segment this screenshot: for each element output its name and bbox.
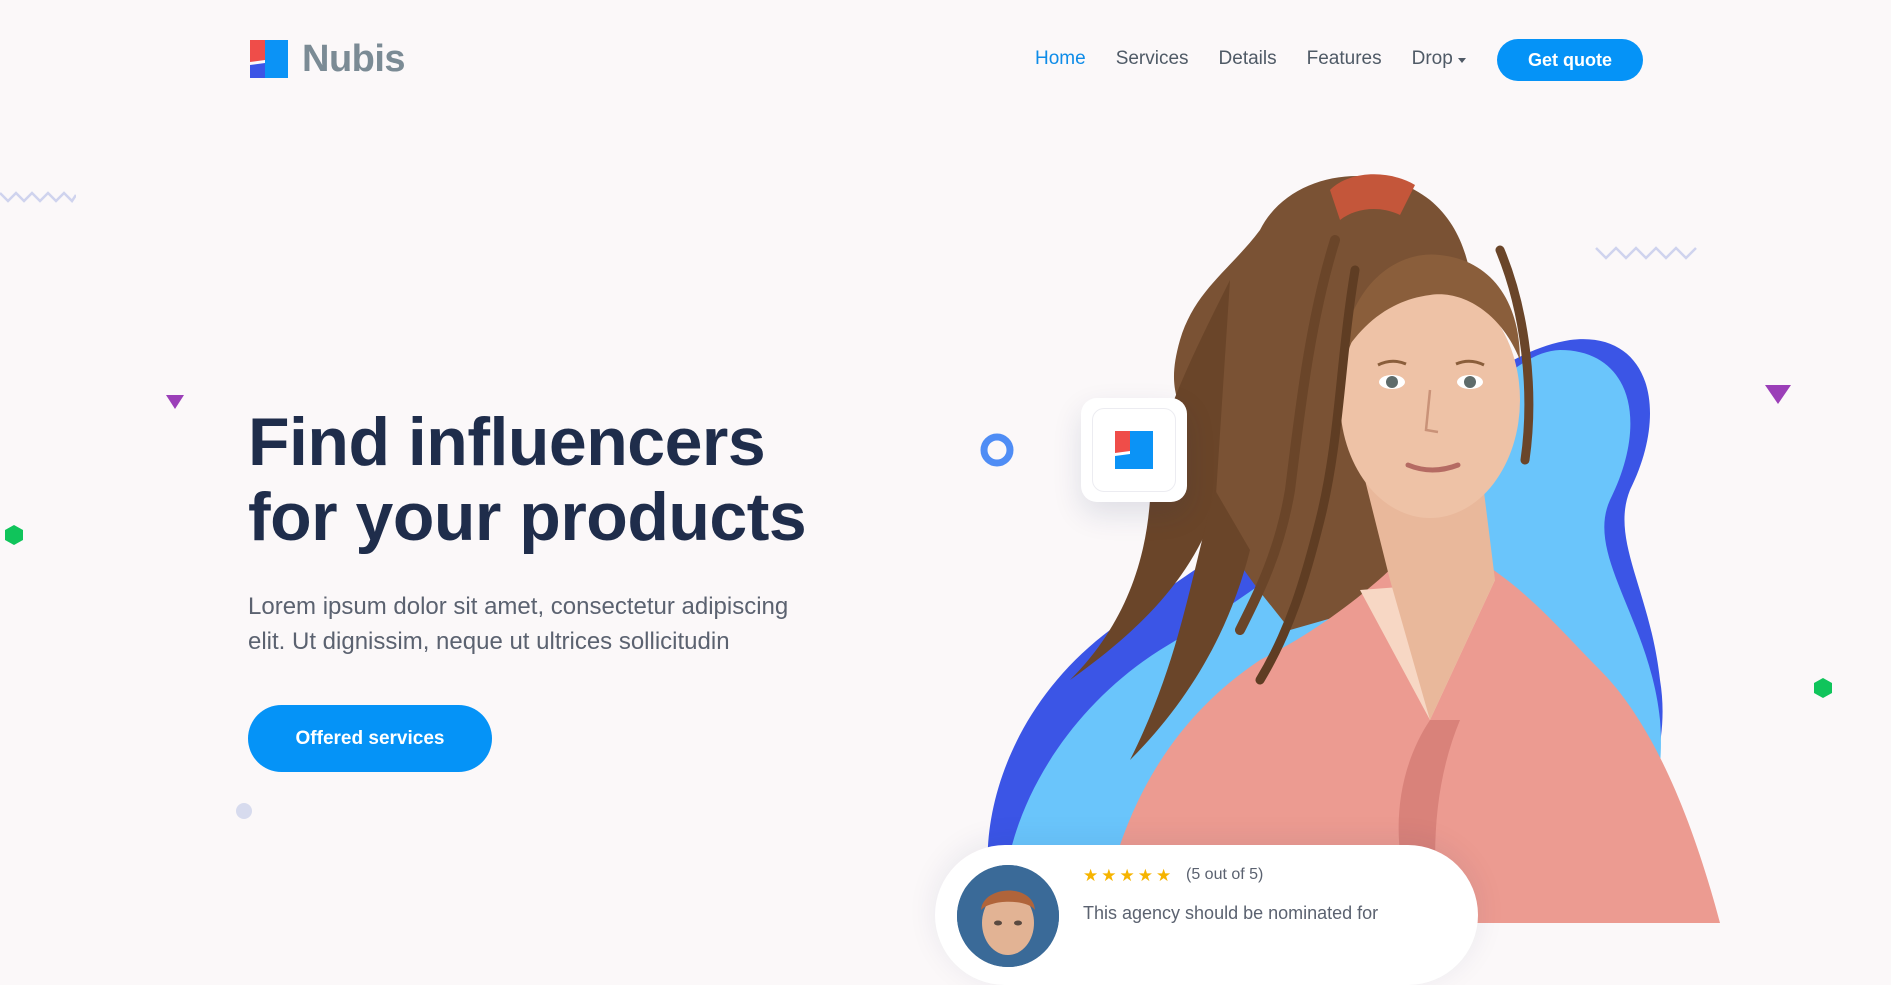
zigzag-decoration <box>0 191 76 203</box>
testimonial-card: ★ ★ ★ ★ ★ (5 out of 5) This agency shoul… <box>935 845 1478 985</box>
star-icon: ★ <box>1119 866 1135 885</box>
nubis-logo-icon <box>1115 431 1153 469</box>
brand-name: Nubis <box>302 38 406 80</box>
brand-logo[interactable]: Nubis <box>248 38 406 80</box>
star-icon: ★ <box>1156 866 1172 885</box>
nav-drop-label: Drop <box>1411 48 1453 69</box>
star-icon: ★ <box>1137 866 1153 885</box>
nav-services[interactable]: Services <box>1116 46 1189 72</box>
hero-illustration <box>980 174 1832 923</box>
hero-lead-line-2: elit. Ut dignissim, neque ut ultrices so… <box>248 628 730 655</box>
hexagon-decoration-right <box>1814 678 1832 698</box>
chevron-down-icon <box>1457 57 1466 63</box>
get-quote-button[interactable]: Get quote <box>1497 39 1643 81</box>
zigzag-decoration-right <box>1595 246 1697 260</box>
star-icon: ★ <box>1101 866 1117 885</box>
star-icon: ★ <box>1083 866 1099 885</box>
avatar <box>957 865 1059 967</box>
nav-features[interactable]: Features <box>1307 46 1382 72</box>
nav-details[interactable]: Details <box>1219 46 1277 72</box>
dot-decoration <box>236 803 252 819</box>
triangle-decoration <box>166 395 184 409</box>
nav-home[interactable]: Home <box>1035 46 1086 72</box>
app-icon-frame <box>1092 408 1176 492</box>
testimonial-text: This agency should be nominated for <box>1083 903 1379 923</box>
main-nav: Home Services Details Features Drop <box>1035 46 1466 72</box>
offered-services-button[interactable]: Offered services <box>248 705 492 772</box>
app-icon-card <box>1081 398 1187 502</box>
rating-text: (5 out of 5) <box>1186 866 1264 883</box>
nubis-logo-icon <box>250 40 288 78</box>
hero-lead-line-1: Lorem ipsum dolor sit amet, consectetur … <box>248 593 789 620</box>
nav-drop-dropdown[interactable]: Drop <box>1412 46 1466 72</box>
hexagon-decoration <box>5 525 23 545</box>
hero-headline: Find influencers for your products <box>248 405 868 555</box>
triangle-decoration-right <box>1765 385 1791 404</box>
ring-decoration <box>980 433 1014 467</box>
hero-headline-line-2: for your products <box>248 479 807 555</box>
rating-stars: ★ ★ ★ ★ ★ <box>1083 867 1171 885</box>
hero-lead-text: Lorem ipsum dolor sit amet, consectetur … <box>248 589 808 659</box>
hero-headline-line-1: Find influencers <box>248 404 766 480</box>
